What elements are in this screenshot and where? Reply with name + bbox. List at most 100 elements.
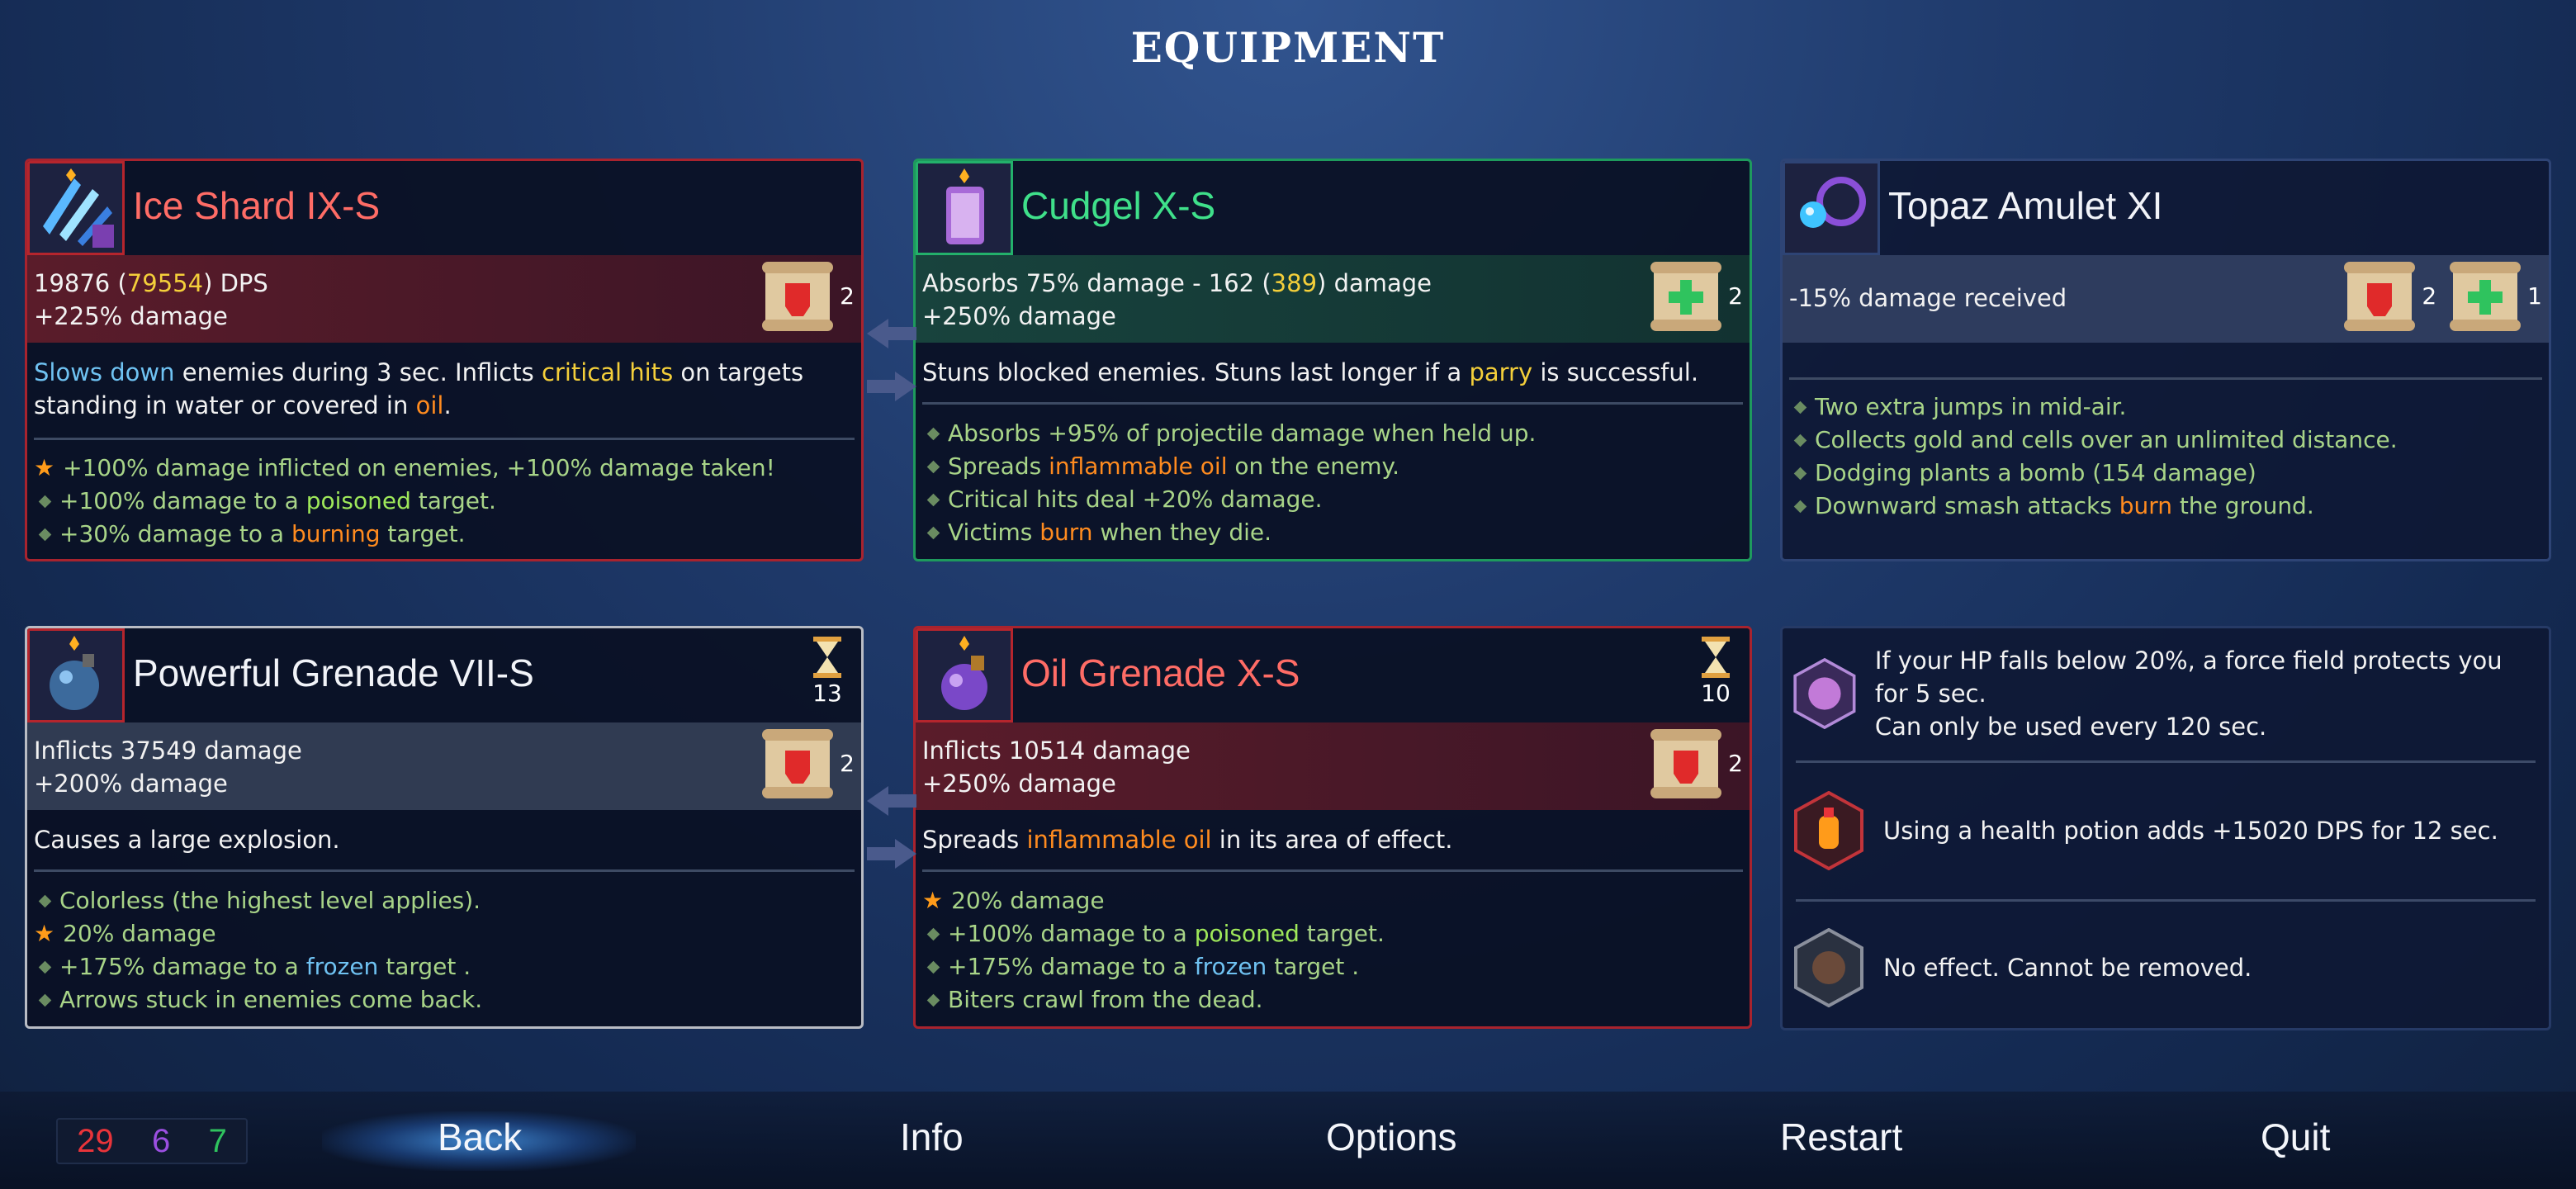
dps-line: 19876 (79554) DPS (34, 269, 268, 297)
stat-band: 19876 (79554) DPS +225% damage 2 (27, 255, 861, 343)
mutation-slot[interactable]: If your HP falls below 20%, a force fiel… (1789, 640, 2542, 747)
stat-band: Inflicts 37549 damage +200% damage 2 (27, 722, 861, 810)
restart-button[interactable]: Restart (1780, 1115, 1902, 1159)
scroll-scaling: 2 (1649, 726, 1743, 802)
curse-star-icon: ★ (34, 454, 55, 481)
damage-line: Inflicts 10514 damage (922, 737, 1191, 765)
swap-left-arrow-icon[interactable] (867, 317, 916, 350)
options-button[interactable]: Options (1326, 1115, 1457, 1159)
slot-header: Ice Shard IX-S (27, 161, 861, 255)
mutation-slot[interactable]: No effect. Cannot be removed. (1789, 914, 2542, 1021)
cooldown-indicator: 13 (812, 637, 843, 707)
brutality-scroll: 2 (2342, 258, 2436, 334)
mutation-text: No effect. Cannot be removed. (1883, 954, 2252, 982)
modifier: Critical hits deal +20% damage. (922, 483, 1743, 516)
tactics-count: 6 (151, 1122, 171, 1159)
item-name: Topaz Amulet XI (1888, 184, 2163, 227)
slot-card-ice-shard[interactable]: Ice Shard IX-S 19876 (79554) DPS +225% d… (25, 159, 864, 561)
modifier: Biters crawl from the dead. (922, 983, 1743, 1016)
damage-bonus: +250% damage (922, 770, 1116, 798)
info-button[interactable]: Info (900, 1115, 964, 1159)
scroll-scaling: 2 (760, 726, 855, 802)
divider (1796, 760, 2536, 763)
brutality-scroll-icon (2344, 262, 2416, 331)
absorb-line: Absorbs 75% damage - 162 (389) damage (922, 269, 1432, 297)
survival-scroll: 2 (1649, 258, 1743, 334)
mutation-text: If your HP falls below 20%, a force fiel… (1874, 647, 2503, 708)
modifier-list: ★ 20% damage +100% damage to a poisoned t… (922, 884, 1743, 1016)
modifier: +175% damage to a frozen target . (922, 950, 1743, 983)
scroll-stats-counter: 29 6 7 (56, 1118, 248, 1164)
modifier-list: ★ +100% damage inflicted on enemies, +100… (34, 452, 855, 551)
slot-card-cudgel[interactable]: Cudgel X-S Absorbs 75% damage - 162 (389… (913, 159, 1752, 561)
topaz-amulet-icon (1783, 161, 1880, 255)
modifier: +30% damage to a burning target. (34, 518, 855, 551)
damage-bonus: +250% damage (922, 302, 1116, 330)
brutality-scroll: 2 (1649, 726, 1743, 802)
survival-count: 7 (208, 1122, 227, 1159)
modifier-list: Colorless (the highest level applies). ★… (34, 884, 855, 1016)
divider (922, 402, 1743, 405)
item-name: Cudgel X-S (1021, 184, 1216, 227)
grenade-icon (27, 628, 125, 722)
brutality-scroll-icon (762, 729, 834, 798)
swap-right-arrow-icon[interactable] (867, 370, 916, 403)
modifier: Absorbs +95% of projectile damage when h… (922, 417, 1743, 450)
mutation-slot[interactable]: Using a health potion adds +15020 DPS fo… (1789, 777, 2542, 884)
slot-header: Topaz Amulet XI (1783, 161, 2549, 255)
slot-card-powerful-grenade[interactable]: Powerful Grenade VII-S 13 Inflicts 37549… (25, 626, 864, 1029)
swap-right-arrow-icon[interactable] (867, 837, 916, 870)
divider (922, 869, 1743, 872)
stat-band: Inflicts 10514 damage +250% damage 2 (916, 722, 1750, 810)
brutality-scroll-icon (1650, 729, 1722, 798)
quit-button[interactable]: Quit (2261, 1115, 2330, 1159)
modifier: ★ 20% damage (34, 917, 855, 950)
slot-card-oil-grenade[interactable]: Oil Grenade X-S 10 Inflicts 10514 damage… (913, 626, 1752, 1029)
cooldown-indicator: 10 (1700, 637, 1731, 707)
modifier: Downward smash attacks burn the ground. (1789, 490, 2542, 523)
slot-header: Powerful Grenade VII-S 13 (27, 628, 861, 722)
hourglass-icon (1702, 637, 1730, 678)
scroll-scaling: 2 (760, 258, 855, 334)
modifier: +175% damage to a frozen target . (34, 950, 855, 983)
item-description: Stuns blocked enemies. Stuns last longer… (922, 358, 1699, 386)
page-title: EQUIPMENT (1130, 23, 1446, 72)
mutation-text: Using a health potion adds +15020 DPS fo… (1883, 817, 2498, 845)
damage-bonus: +225% damage (34, 302, 228, 330)
modifier: Arrows stuck in enemies come back. (34, 983, 855, 1016)
divider (1789, 377, 2542, 380)
modifier: Dodging plants a bomb (154 damage) (1789, 457, 2542, 490)
divider (34, 438, 855, 440)
oil-grenade-icon (916, 628, 1013, 722)
modifier: Victims burn when they die. (922, 516, 1743, 549)
modifier: ★ 20% damage (922, 884, 1743, 917)
item-description: Spreads inflammable oil in its area of e… (922, 826, 1453, 854)
modifier: Colorless (the highest level applies). (34, 884, 855, 917)
force-field-mutation-icon (1793, 657, 1856, 730)
curse-star-icon: ★ (922, 887, 944, 914)
modifier: ★ +100% damage inflicted on enemies, +100… (34, 452, 855, 485)
health-potion-mutation-icon (1794, 791, 1863, 870)
stat-band: Absorbs 75% damage - 162 (389) damage +2… (916, 255, 1750, 343)
item-name: Oil Grenade X-S (1021, 651, 1300, 694)
modifier: +100% damage to a poisoned target. (34, 485, 855, 518)
brutality-scroll-icon (762, 262, 834, 331)
swap-left-arrow-icon[interactable] (867, 784, 916, 817)
slot-header: Oil Grenade X-S 10 (916, 628, 1750, 722)
divider (34, 869, 855, 872)
back-button[interactable]: Back (438, 1115, 522, 1159)
survival-scroll: 1 (2448, 258, 2542, 334)
cudgel-shield-icon (916, 161, 1013, 255)
curse-star-icon: ★ (34, 920, 55, 947)
stat-band: -15% damage received 2 1 (1783, 255, 2549, 343)
item-name: Ice Shard IX-S (133, 184, 381, 227)
damage-line: Inflicts 37549 damage (34, 737, 302, 765)
slot-card-amulet[interactable]: Topaz Amulet XI -15% damage received 2 1… (1780, 159, 2551, 561)
item-description: Causes a large explosion. (34, 826, 340, 854)
modifier: +100% damage to a poisoned target. (922, 917, 1743, 950)
mutation-text: Can only be used every 120 sec. (1874, 713, 2267, 741)
modifier: Two extra jumps in mid-air. (1789, 391, 2542, 424)
item-name: Powerful Grenade VII-S (133, 651, 534, 694)
scroll-scaling: 2 1 (2342, 258, 2542, 334)
divider (1796, 899, 2536, 902)
